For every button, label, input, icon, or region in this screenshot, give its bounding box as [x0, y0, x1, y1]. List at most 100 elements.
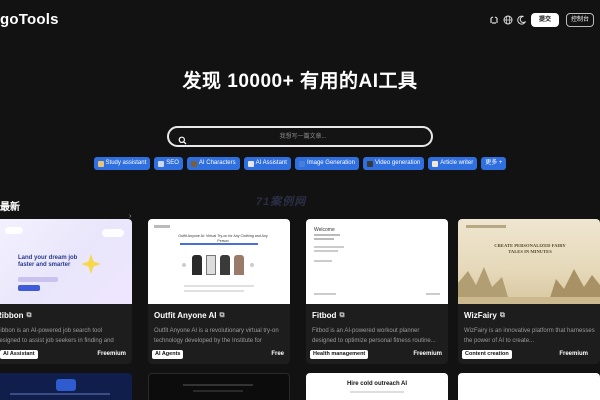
nav-arrow — [250, 263, 254, 267]
thumb-nav — [154, 225, 170, 228]
thumb-text-line — [314, 250, 338, 252]
tool-card-row2-3[interactable]: Hire cold outreach AI — [306, 373, 448, 400]
external-link-icon[interactable]: ⧉ — [339, 312, 344, 320]
card-tag[interactable]: AI Assistant — [0, 350, 38, 359]
card-tag[interactable]: AI Agents — [152, 350, 184, 359]
thumb-text-line — [314, 293, 336, 295]
book-icon — [97, 160, 104, 167]
card-title-text: Outfit Anyone AI — [154, 311, 217, 320]
chip-more[interactable]: 更多 + — [481, 157, 507, 170]
globe-icon[interactable] — [502, 14, 514, 26]
thumb-text-line — [10, 393, 110, 395]
chip-label: Video generation — [374, 160, 421, 166]
moon-icon[interactable] — [516, 14, 528, 26]
thumb-text-line — [314, 234, 340, 236]
chip-ai-characters[interactable]: AI Characters — [186, 157, 240, 170]
card-title[interactable]: Outfit Anyone AI ⧉ — [154, 311, 225, 320]
character-icon — [190, 160, 197, 167]
cloud-decoration — [5, 227, 23, 234]
chip-label: SEO — [166, 160, 179, 166]
site-logo[interactable]: goTools — [0, 11, 59, 28]
chip-label: AI Characters — [198, 160, 236, 166]
card-thumbnail: Outfit Anyone AI: Virtual Try-on for Any… — [148, 219, 290, 304]
thumb-text-line — [314, 238, 334, 240]
chip-label: Study assistant — [105, 160, 147, 166]
model-figure — [220, 255, 230, 275]
thumb-text-line — [193, 390, 243, 392]
thumb-nav — [466, 225, 506, 228]
card-description: Fitbod is an AI-powered workout planner … — [312, 328, 436, 344]
tool-card-row2-1[interactable] — [0, 373, 132, 400]
thumb-headline: Land your dream job faster and smarter — [18, 255, 78, 268]
thumb-text-line — [184, 290, 244, 292]
card-logo — [56, 379, 76, 391]
console-button[interactable]: 控制台 — [566, 13, 594, 27]
chip-seo[interactable]: SEO — [154, 157, 183, 170]
chip-ai-assistant[interactable]: AI Assistant — [243, 157, 291, 170]
card-description: WizFairy is an innovative platform that … — [464, 328, 595, 344]
model-figure — [206, 255, 216, 275]
chip-label: 更多 + — [485, 160, 503, 166]
thumb-text-line — [350, 391, 404, 393]
thumb-cta — [18, 285, 40, 291]
thumb-headline: Welcome — [314, 227, 335, 233]
magnifier-icon — [158, 160, 165, 167]
card-title-text: Fitbod — [312, 311, 337, 320]
thumb-text-line — [183, 384, 253, 386]
tool-card-fitbod[interactable]: Welcome Fitbod ⧉ Fitbod is an AI-powered … — [306, 219, 448, 364]
model-figure — [192, 255, 202, 275]
thumb-link-line — [180, 243, 258, 245]
thumb-subtext — [18, 277, 58, 282]
section-title: 最新 — [0, 202, 20, 213]
submit-button[interactable]: 提交 — [531, 13, 559, 27]
model-figure — [234, 255, 244, 275]
card-title[interactable]: Ribbon⧉ — [0, 311, 32, 320]
chip-label: AI Assistant — [255, 160, 287, 166]
card-description: Outfit Anyone AI is a revolutionary virt… — [154, 328, 279, 344]
card-tag[interactable]: Content creation — [462, 350, 512, 359]
tool-card-outfit-anyone[interactable]: Outfit Anyone AI: Virtual Try-on for Any… — [148, 219, 290, 364]
thumb-text-line — [184, 285, 254, 287]
assistant-icon — [247, 160, 254, 167]
tool-card-row2-4[interactable] — [458, 373, 600, 400]
github-icon[interactable] — [488, 14, 500, 26]
card-tag[interactable]: Health management — [310, 350, 369, 359]
card-title[interactable]: WizFairy ⧉ — [464, 311, 505, 320]
chip-article-writer[interactable]: Article writer — [428, 157, 478, 170]
card-pricing: Freemium — [413, 351, 442, 357]
category-chips: Study assistant SEO AI Characters AI Ass… — [0, 157, 600, 170]
top-bar: goTools 提交 控制台 — [0, 0, 600, 40]
nav-arrow — [182, 263, 186, 267]
external-link-icon[interactable]: ⧉ — [500, 312, 505, 320]
chip-image-generation[interactable]: Image Generation — [294, 157, 359, 170]
card-title[interactable]: Fitbod ⧉ — [312, 311, 344, 320]
tool-card-row2-2[interactable] — [148, 373, 290, 400]
search-icon — [178, 132, 187, 145]
thumb-headline: Hire cold outreach AI — [346, 381, 408, 387]
card-title-text: Ribbon — [0, 311, 24, 320]
forest-illustration — [458, 267, 600, 304]
search-bar[interactable] — [167, 126, 433, 147]
search-input[interactable] — [193, 128, 413, 145]
card-pricing: Freemium — [97, 351, 126, 357]
image-icon — [298, 160, 305, 167]
chip-study-assistant[interactable]: Study assistant — [93, 157, 151, 170]
chip-label: Image Generation — [306, 160, 355, 166]
thumb-text-line — [426, 293, 440, 295]
chip-video-generation[interactable]: Video generation — [362, 157, 425, 170]
external-link-icon[interactable]: ⧉ — [27, 312, 32, 320]
card-thumbnail: Welcome — [306, 219, 448, 304]
watermark: 71案例网 — [256, 196, 307, 208]
cloud-decoration — [102, 229, 124, 237]
chip-label: Article writer — [440, 160, 474, 166]
video-icon — [366, 160, 373, 167]
thumb-headline: Outfit Anyone AI: Virtual Try-on for Any… — [178, 234, 268, 243]
keyboard-icon — [432, 160, 439, 167]
card-thumbnail: Land your dream job faster and smarter — [0, 219, 132, 304]
hero-title: 发现 10000+ 有用的AI工具 — [182, 71, 418, 92]
external-link-icon[interactable]: ⧉ — [220, 312, 225, 320]
tool-card-ribbon[interactable]: Land your dream job faster and smarter R… — [0, 219, 132, 364]
thumb-text-line — [314, 246, 344, 248]
tool-card-wizfairy[interactable]: CREATE PERSONALIZED FAIRY TALES IN MINUT… — [458, 219, 600, 364]
thumb-text-line — [314, 260, 332, 262]
